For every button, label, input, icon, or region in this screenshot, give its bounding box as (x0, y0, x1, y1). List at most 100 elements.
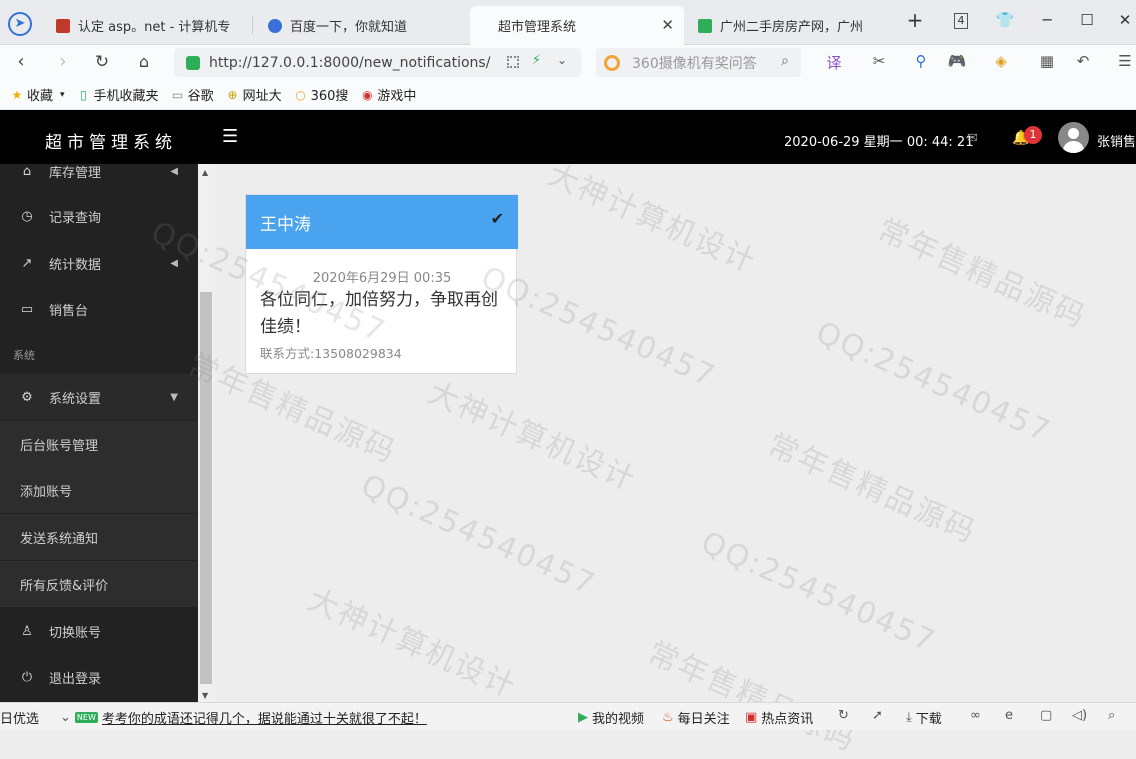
reload-icon[interactable]: ↻ (91, 51, 113, 73)
home-icon[interactable]: ⌂ (133, 51, 155, 73)
status-refresh-icon[interactable]: ↻ (838, 708, 849, 723)
translate-icon[interactable]: 译 (823, 52, 845, 73)
back-icon[interactable]: ‹ (10, 51, 32, 73)
mail-icon[interactable]: ✉ (967, 131, 978, 146)
sidebar-item-sales-desk[interactable]: ▭ 销售台 (0, 286, 198, 332)
search-input[interactable]: 360摄像机有奖问答 (632, 53, 757, 73)
maximize-icon[interactable]: ☐ (1076, 11, 1098, 29)
search-icon[interactable]: ⌕ (781, 53, 789, 69)
status-news-ticker[interactable]: ⌄ NEW 考考你的成语还记得几个，据说能通过十关就很了不起！ (60, 708, 427, 727)
bookmark-item[interactable]: ○ 360搜 (294, 85, 348, 105)
scroll-down-icon[interactable]: ▼ (202, 691, 208, 700)
scrollbar-thumb[interactable] (200, 292, 212, 684)
home-icon: ⌂ (22, 164, 32, 179)
gamepad-icon[interactable]: 🎮 (946, 52, 968, 70)
news-icon: ▣ (745, 710, 758, 725)
sidebar-item-system-settings[interactable]: ⚙ 系统设置 ▼ (0, 374, 198, 420)
qr-code-icon[interactable] (507, 56, 519, 68)
shield-coin-icon[interactable]: ◈ (990, 52, 1012, 70)
window-close-icon[interactable]: ✕ (1114, 11, 1136, 29)
sidebar-item-logout[interactable]: ⏻ 退出登录 (0, 654, 198, 700)
monitor-icon: ▭ (20, 301, 34, 317)
sidebar-item-statistics[interactable]: ↗ 统计数据 ◀ (0, 240, 198, 286)
baidu-paw-icon (268, 18, 282, 33)
shirt-skin-icon[interactable]: 👕 (994, 11, 1016, 29)
site-favicon-icon (698, 18, 712, 33)
sidebar-subitem-account-manage[interactable]: 后台账号管理 (0, 421, 198, 467)
sidebar-scrollbar[interactable]: ▲ ▼ (198, 164, 215, 702)
app-title: 超市管理系统 (45, 133, 177, 153)
main-content: 王中涛 ✔ 2020年6月29日 00:35 各位同仁，加倍努力，争取再创佳绩！… (215, 164, 1136, 702)
avatar[interactable] (1058, 122, 1089, 153)
browser-tab[interactable]: 百度一下，你就知道 (256, 6, 466, 45)
chevron-left-icon: ◀ (170, 257, 178, 269)
sidebar-item-records[interactable]: ◷ 记录查询 (0, 193, 198, 239)
tab-close-icon[interactable]: ✕ (661, 16, 674, 34)
search-box[interactable]: 360摄像机有奖问答 ⌕ (596, 48, 801, 77)
bookmark-favorites[interactable]: ★ 收藏 ▾ (10, 85, 65, 105)
notification-message: 各位同仁，加倍努力，争取再创佳绩！ (260, 290, 498, 337)
minimize-icon[interactable]: ─ (1036, 11, 1058, 29)
status-deals-link[interactable]: 日优选 (0, 708, 39, 727)
address-row: ‹ › ↻ ⌂ http://127.0.0.1:8000/new_notifi… (0, 45, 1136, 80)
menu-icon[interactable]: ☰ (1114, 52, 1136, 70)
sidebar-item-switch-account[interactable]: ♙ 切换账号 (0, 608, 198, 654)
secure-shield-icon (186, 55, 200, 70)
url-text[interactable]: http://127.0.0.1:8000/new_notifications/ (209, 55, 490, 71)
status-ie-icon[interactable]: e (1005, 708, 1013, 723)
new-badge: NEW (74, 712, 98, 723)
sidebar-item-inventory[interactable]: ⌂ 库存管理 ◀ (0, 164, 198, 194)
status-daily-focus[interactable]: ♨ 每日关注 (662, 708, 730, 727)
browser-tab-active[interactable]: 超市管理系统 ✕ (470, 6, 684, 45)
status-my-video[interactable]: ▶ 我的视频 (578, 708, 644, 727)
360-icon: ○ (295, 87, 306, 102)
bookmark-item[interactable]: ▭ 谷歌 (171, 85, 214, 105)
browser-logo-icon[interactable]: ➤ (8, 12, 32, 36)
status-rocket-icon[interactable]: ➚ (872, 708, 883, 723)
status-volume-icon[interactable]: ◁) (1072, 708, 1087, 723)
avatar-body (1063, 141, 1084, 153)
magnifier-icon[interactable]: ⚲ (910, 52, 932, 70)
notification-contact: 联系方式:13508029834 (260, 346, 402, 361)
address-bar[interactable]: http://127.0.0.1:8000/new_notifications/… (174, 48, 581, 77)
status-hot-news[interactable]: ▣ 热点资讯 (745, 708, 813, 727)
notification-badge: 1 (1024, 126, 1042, 144)
check-icon[interactable]: ✔ (491, 209, 504, 228)
chevron-down-icon[interactable]: ⌄ (557, 53, 567, 67)
sidebar-subitem-add-account[interactable]: 添加账号 (0, 467, 198, 513)
undo-icon[interactable]: ↶ (1072, 52, 1094, 70)
phone-icon: ▯ (80, 87, 87, 102)
status-window-icon[interactable]: ▢ (1040, 708, 1052, 723)
username[interactable]: 张销售 (1097, 131, 1136, 150)
chart-icon: ↗ (21, 255, 33, 271)
lightning-icon[interactable]: ⚡ (532, 53, 541, 68)
bookmark-item[interactable]: ⊕ 网址大 (226, 85, 282, 105)
browser-tab[interactable]: 认定 asp。net - 计算机专 (44, 6, 252, 45)
status-glasses-icon[interactable]: ∞ (970, 708, 981, 723)
scissors-icon[interactable]: ✂ (868, 52, 890, 70)
sidebar-subitem-send-notice[interactable]: 发送系统通知 (0, 514, 198, 560)
notification-card-header: 王中涛 ✔ (246, 195, 518, 249)
game-icon: ◉ (362, 87, 373, 102)
forward-icon[interactable]: › (52, 51, 74, 73)
bookmarks-bar: ★ 收藏 ▾ ▯ 手机收藏夹 ▭ 谷歌 ⊕ 网址大 ○ 360搜 ◉ 游戏中 (0, 80, 1136, 110)
sidebar-subitem-feedback[interactable]: 所有反馈&评价 (0, 561, 198, 607)
scroll-up-icon[interactable]: ▲ (202, 168, 208, 177)
status-download[interactable]: ⤓ 下载 (906, 708, 942, 727)
bookmark-item[interactable]: ▯ 手机收藏夹 (77, 85, 158, 105)
tab-separator (252, 16, 253, 34)
hamburger-menu-icon[interactable]: ☰ (222, 126, 238, 147)
chevron-left-icon: ◀ (170, 165, 178, 177)
notification-date: 2020年6月29日 00:35 (312, 271, 452, 286)
site-favicon-icon (56, 18, 70, 33)
new-tab-icon[interactable]: + (904, 8, 926, 32)
bookmark-item[interactable]: ◉ 游戏中 (360, 85, 416, 105)
browser-tab-bar: ➤ 认定 asp。net - 计算机专 百度一下，你就知道 超市管理系统 ✕ 广… (0, 0, 1136, 45)
tab-count-badge[interactable]: 4 (954, 13, 968, 29)
flame-icon: ♨ (662, 710, 674, 725)
browser-tab[interactable]: 广州二手房房产网，广州二 (686, 6, 876, 45)
page-icon: ▭ (171, 87, 184, 102)
status-zoom-icon[interactable]: ⌕ (1108, 708, 1115, 723)
gear-icon: ⚙ (21, 389, 33, 405)
apps-grid-icon[interactable]: ▦ (1036, 52, 1058, 70)
